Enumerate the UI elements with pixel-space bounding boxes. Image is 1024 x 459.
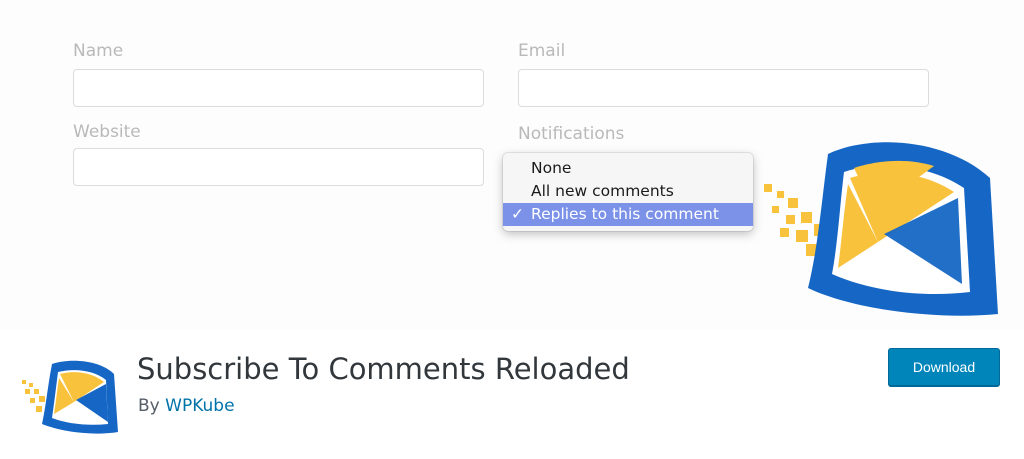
notification-option-none[interactable]: None bbox=[503, 157, 753, 180]
name-label: Name bbox=[73, 41, 124, 61]
plugin-author-line: By WPKube bbox=[138, 396, 235, 416]
envelope-logo-icon bbox=[22, 360, 118, 434]
email-field[interactable] bbox=[518, 69, 929, 107]
download-button[interactable]: Download bbox=[888, 348, 1000, 386]
envelope-logo-icon bbox=[764, 142, 998, 316]
notification-option-replies[interactable]: ✓ Replies to this comment bbox=[503, 203, 753, 226]
checkmark-icon: ✓ bbox=[511, 205, 524, 223]
website-label: Website bbox=[73, 122, 141, 142]
email-label: Email bbox=[518, 41, 566, 61]
author-prefix: By bbox=[138, 396, 160, 416]
plugin-banner: Name Email Website Notifications None Al… bbox=[0, 0, 1024, 330]
notifications-dropdown[interactable]: None All new comments ✓ Replies to this … bbox=[503, 153, 753, 231]
website-field[interactable] bbox=[73, 148, 484, 186]
name-field[interactable] bbox=[73, 69, 484, 107]
notification-option-all-new-comments[interactable]: All new comments bbox=[503, 180, 753, 203]
plugin-title: Subscribe To Comments Reloaded bbox=[137, 352, 630, 386]
notifications-label: Notifications bbox=[518, 124, 625, 144]
author-link[interactable]: WPKube bbox=[165, 396, 234, 416]
